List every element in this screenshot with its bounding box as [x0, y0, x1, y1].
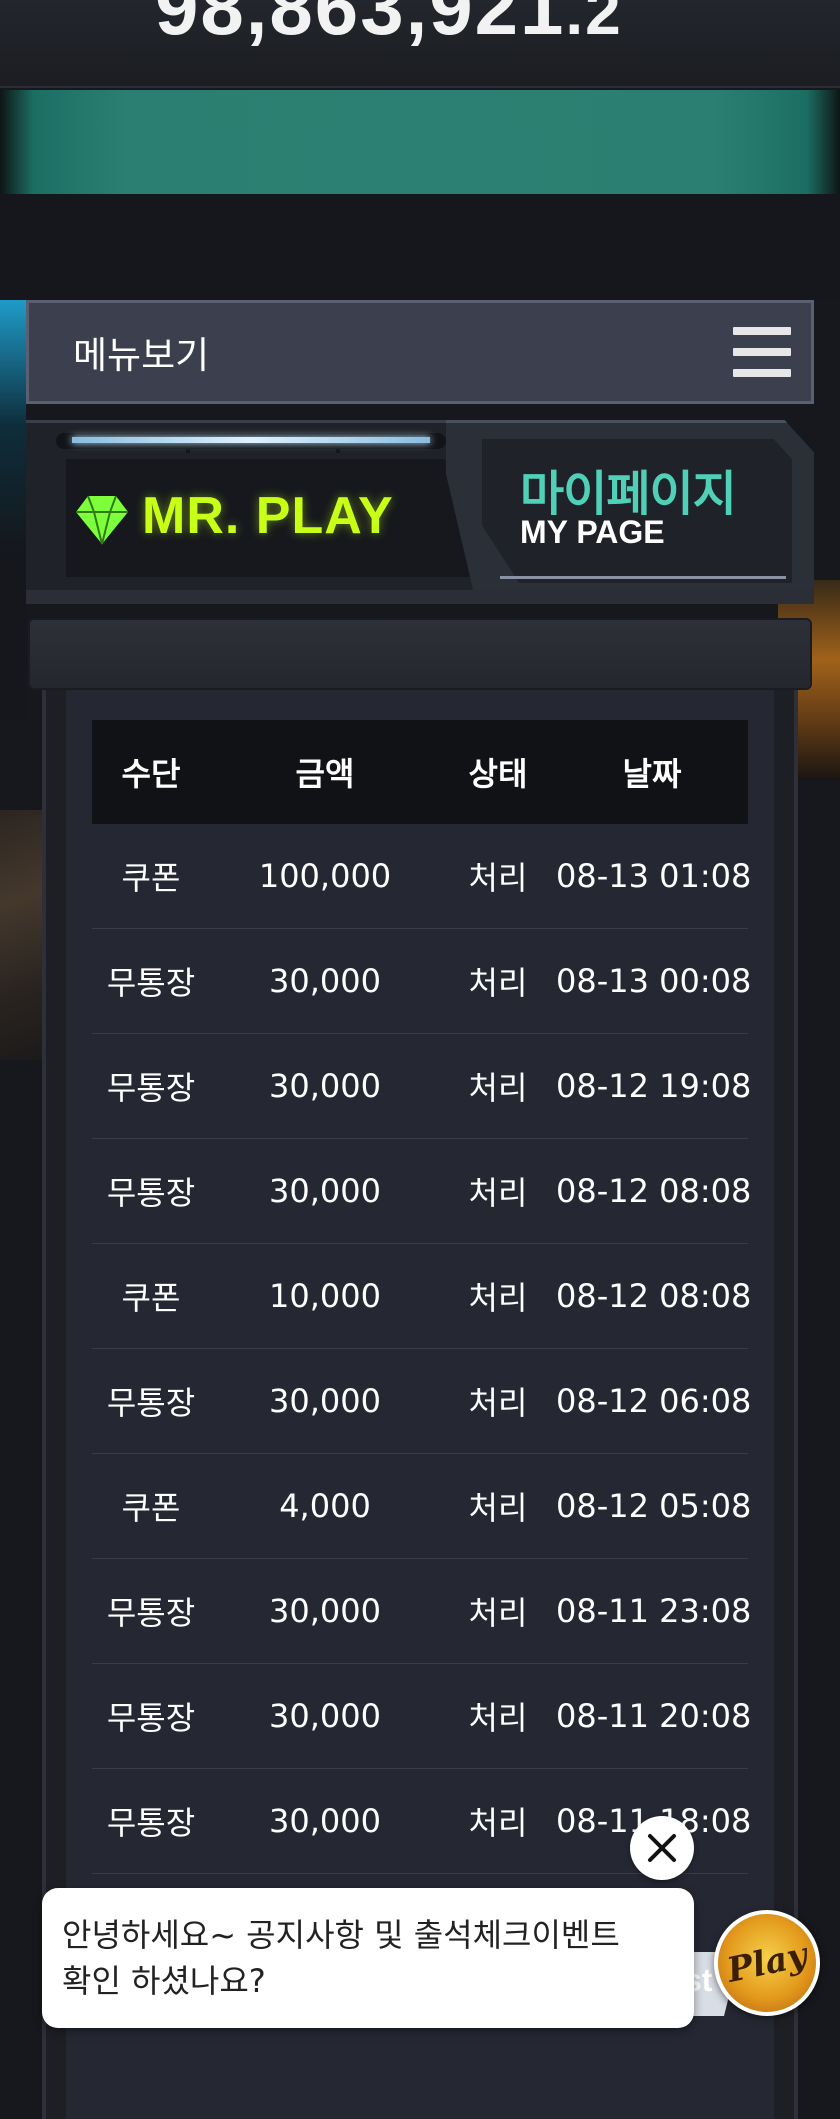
- cell-status: 처리: [468, 1279, 528, 1317]
- cell-status: 처리: [468, 1174, 528, 1212]
- table-row: 무통장 30,000 처리 08-12 08:08: [92, 1139, 752, 1244]
- chat-message-line2: 확인 하셨나요?: [62, 1962, 266, 2000]
- table-row: 무통장 30,000 처리 08-11 20:08: [92, 1664, 752, 1769]
- cell-date: 08-12 05:08: [556, 1487, 752, 1525]
- cell-method: 쿠폰: [121, 1279, 181, 1317]
- cell-date: 08-13 00:08: [556, 962, 752, 1000]
- cell-status: 처리: [468, 1804, 528, 1842]
- deposit-history-table: 수단 금액 상태 날짜 쿠폰 100,000 처리 08-13 01:08 무통…: [92, 720, 752, 1874]
- cell-date: 08-13 01:08: [556, 857, 752, 895]
- header-status: 상태: [468, 755, 528, 793]
- header-method: 수단: [121, 755, 181, 793]
- cell-amount: 30,000: [269, 962, 381, 1000]
- cell-method: 무통장: [106, 1174, 196, 1212]
- brand-logo-text[interactable]: MR. PLAY: [142, 486, 394, 546]
- avatar-logo-text: Play: [723, 1935, 811, 1991]
- cell-amount: 10,000: [269, 1277, 381, 1315]
- cell-date: 08-11 20:08: [556, 1697, 752, 1735]
- close-icon: [648, 1834, 676, 1862]
- cell-amount: 30,000: [269, 1172, 381, 1210]
- table-row: 무통장 30,000 처리 08-12 19:08: [92, 1034, 752, 1139]
- cell-date: 08-12 06:08: [556, 1382, 752, 1420]
- cell-amount: 4,000: [279, 1487, 371, 1525]
- cell-status: 처리: [468, 1594, 528, 1632]
- header-amount: 금액: [295, 755, 355, 793]
- cell-method: 쿠폰: [121, 859, 181, 897]
- cell-status: 처리: [468, 1384, 528, 1422]
- table-row: 쿠폰 100,000 처리 08-13 01:08: [92, 824, 752, 929]
- chat-message-bubble[interactable]: 안녕하세요~ 공지사항 및 출석체크이벤트 확인 하셨나요?: [42, 1888, 694, 2028]
- table-row: 무통장 30,000 처리 08-11 23:08: [92, 1559, 752, 1664]
- cell-date: 08-12 19:08: [556, 1067, 752, 1105]
- cell-status: 처리: [468, 1489, 528, 1527]
- table-row: 무통장 30,000 처리 08-13 00:08: [92, 929, 752, 1034]
- cell-method: 쿠폰: [121, 1489, 181, 1527]
- cell-method: 무통장: [106, 1804, 196, 1842]
- side-decoration: [0, 300, 26, 720]
- jackpot-fraction: .2: [565, 0, 623, 48]
- close-button[interactable]: [630, 1816, 694, 1880]
- chat-message-line1: 안녕하세요~ 공지사항 및 출석체크이벤트: [62, 1916, 620, 1954]
- header-date: 날짜: [622, 755, 682, 793]
- cell-status: 처리: [468, 964, 528, 1002]
- cell-date: 08-11 23:08: [556, 1592, 752, 1630]
- spacer: [0, 194, 840, 300]
- cell-amount: 30,000: [269, 1592, 381, 1630]
- cell-date: 08-12 08:08: [556, 1172, 752, 1210]
- menu-bar[interactable]: 메뉴보기: [26, 300, 814, 404]
- jackpot-counter: 98,863,921.2: [0, 0, 840, 88]
- header-base: [26, 590, 814, 604]
- cell-method: 무통장: [106, 1069, 196, 1107]
- cell-status: 처리: [468, 1069, 528, 1107]
- cell-status: 처리: [468, 1699, 528, 1737]
- cell-amount: 30,000: [269, 1697, 381, 1735]
- teal-banner: [0, 90, 840, 194]
- cell-date: 08-12 08:08: [556, 1277, 752, 1315]
- cell-amount: 30,000: [269, 1067, 381, 1105]
- table-row: 쿠폰 10,000 처리 08-12 08:08: [92, 1244, 752, 1349]
- cell-method: 무통장: [106, 1594, 196, 1632]
- jackpot-value: 98,863,921: [155, 0, 566, 51]
- table-row: 쿠폰 4,000 처리 08-12 05:08: [92, 1454, 752, 1559]
- cell-method: 무통장: [106, 1384, 196, 1422]
- mypage-title-en: MY PAGE: [520, 514, 665, 550]
- cell-method: 무통장: [106, 964, 196, 1002]
- divider: [500, 576, 786, 579]
- cell-status: 처리: [468, 859, 528, 897]
- chat-avatar-button[interactable]: Play: [714, 1910, 820, 2016]
- cell-method: 무통장: [106, 1699, 196, 1737]
- table-header: 수단 금액 상태 날짜: [92, 720, 748, 824]
- diamond-icon: [76, 495, 128, 545]
- menu-label: 메뉴보기: [73, 334, 210, 377]
- light-tube-decoration: [56, 433, 446, 453]
- jackpot-digits: 98,863,921.2: [155, 0, 623, 53]
- cell-amount: 30,000: [269, 1802, 381, 1840]
- hamburger-icon[interactable]: [733, 327, 791, 377]
- section-title-strip: [28, 618, 812, 690]
- table-row: 무통장 30,000 처리 08-12 06:08: [92, 1349, 752, 1454]
- cell-amount: 30,000: [269, 1382, 381, 1420]
- cell-amount: 100,000: [258, 857, 392, 895]
